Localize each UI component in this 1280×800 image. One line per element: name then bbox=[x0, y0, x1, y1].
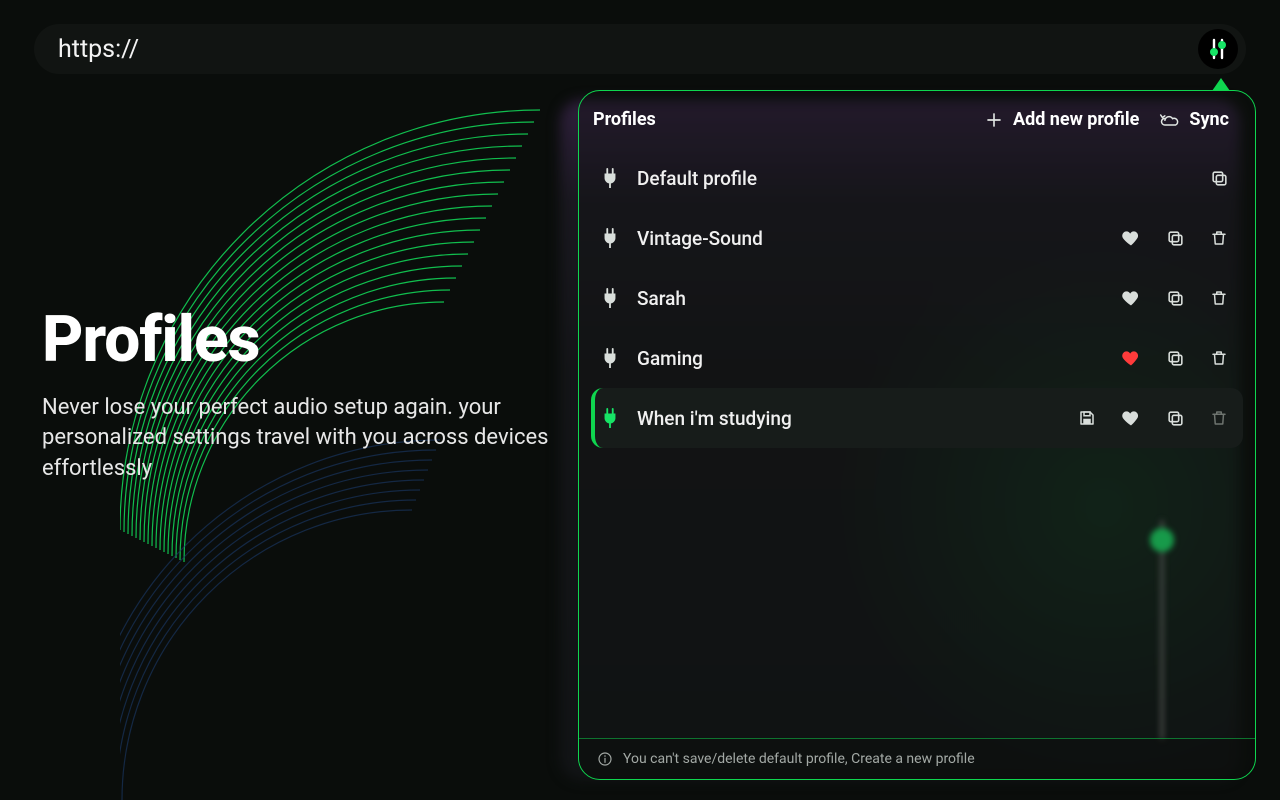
add-profile-button[interactable]: Add new profile bbox=[985, 109, 1139, 130]
plug-icon bbox=[599, 168, 621, 188]
sync-label: Sync bbox=[1189, 109, 1229, 130]
plug-icon bbox=[599, 288, 621, 308]
profile-list: Default profile Vintage-Sound Sarah Gami… bbox=[579, 138, 1255, 448]
profile-row[interactable]: Vintage-Sound bbox=[591, 208, 1243, 268]
extension-button[interactable] bbox=[1198, 29, 1238, 69]
copy-icon[interactable] bbox=[1165, 408, 1185, 428]
info-icon bbox=[597, 751, 613, 767]
hero: Profiles Never lose your perfect audio s… bbox=[42, 302, 562, 484]
trash-icon[interactable] bbox=[1209, 288, 1229, 308]
address-url[interactable]: https:// bbox=[58, 35, 139, 64]
sync-button[interactable]: Sync bbox=[1159, 109, 1229, 130]
profile-row[interactable]: When i'm studying bbox=[591, 388, 1243, 448]
profile-name: When i'm studying bbox=[637, 407, 1061, 430]
profile-name: Default profile bbox=[637, 167, 1193, 190]
equalizer-icon bbox=[1206, 37, 1230, 61]
trash-icon[interactable] bbox=[1209, 408, 1229, 428]
copy-icon[interactable] bbox=[1209, 168, 1229, 188]
address-bar: https:// bbox=[34, 24, 1246, 74]
hero-subtitle: Never lose your perfect audio setup agai… bbox=[42, 393, 552, 484]
copy-icon[interactable] bbox=[1165, 348, 1185, 368]
plug-icon bbox=[599, 228, 621, 248]
profiles-panel: Profiles Add new profile Sync Default pr… bbox=[578, 90, 1256, 780]
panel-title: Profiles bbox=[593, 109, 965, 130]
heart-icon[interactable] bbox=[1121, 288, 1141, 308]
trash-icon[interactable] bbox=[1209, 228, 1229, 248]
heart-icon[interactable] bbox=[1121, 348, 1141, 368]
profile-row[interactable]: Sarah bbox=[591, 268, 1243, 328]
popup-pointer bbox=[1212, 78, 1230, 91]
plug-icon bbox=[599, 348, 621, 368]
profile-row[interactable]: Gaming bbox=[591, 328, 1243, 388]
sync-icon bbox=[1159, 111, 1179, 129]
add-profile-label: Add new profile bbox=[1013, 109, 1139, 130]
profile-name: Gaming bbox=[637, 347, 1105, 370]
copy-icon[interactable] bbox=[1165, 228, 1185, 248]
hero-title: Profiles bbox=[42, 302, 562, 377]
footer-note: You can't save/delete default profile, C… bbox=[579, 738, 1255, 779]
footer-text: You can't save/delete default profile, C… bbox=[623, 751, 975, 767]
heart-icon[interactable] bbox=[1121, 228, 1141, 248]
profile-name: Vintage-Sound bbox=[637, 227, 1105, 250]
profile-row[interactable]: Default profile bbox=[591, 148, 1243, 208]
trash-icon[interactable] bbox=[1209, 348, 1229, 368]
profile-name: Sarah bbox=[637, 287, 1105, 310]
heart-icon[interactable] bbox=[1121, 408, 1141, 428]
save-icon[interactable] bbox=[1077, 408, 1097, 428]
copy-icon[interactable] bbox=[1165, 288, 1185, 308]
plug-icon bbox=[599, 408, 621, 428]
plus-icon bbox=[985, 111, 1003, 129]
